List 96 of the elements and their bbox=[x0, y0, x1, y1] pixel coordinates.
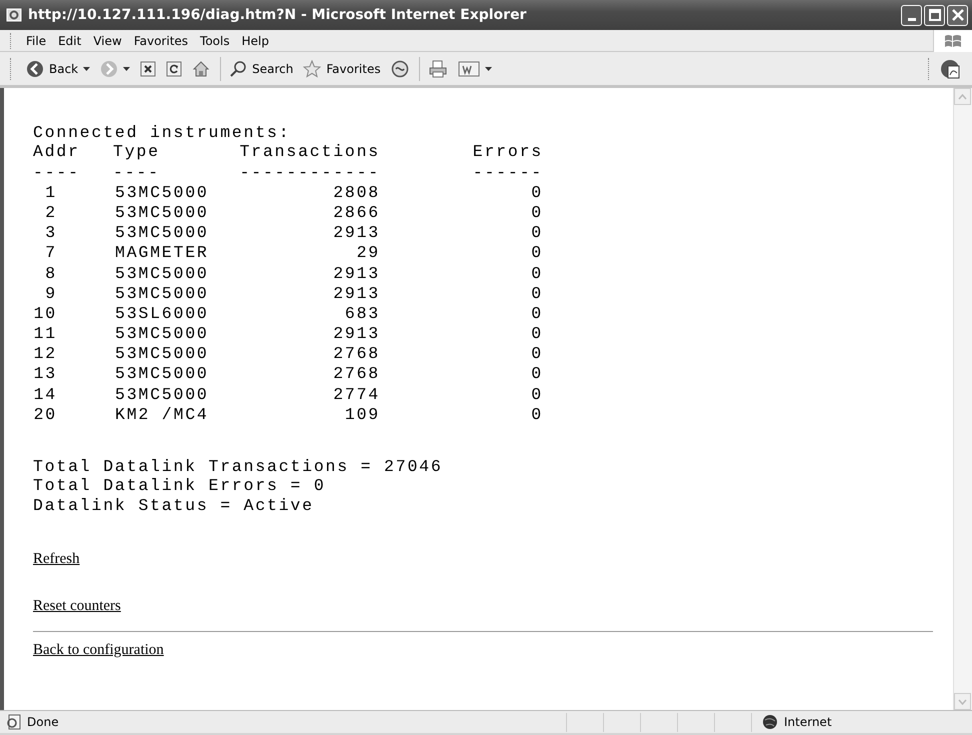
table-cell: 0 bbox=[531, 182, 543, 203]
summary-line: Datalink Status = Active bbox=[33, 496, 315, 516]
minimize-icon bbox=[908, 18, 916, 20]
table-cell: 0 bbox=[531, 364, 543, 385]
text-link[interactable]: Back to configuration bbox=[33, 642, 164, 660]
page-icon bbox=[6, 714, 22, 730]
table-cell: 0 bbox=[531, 202, 543, 224]
caret-icon[interactable] bbox=[123, 66, 130, 70]
table-cell: 11 bbox=[33, 324, 57, 344]
header-rule: ------------ bbox=[240, 162, 380, 182]
table-cell-text: 53MC5000 bbox=[114, 284, 209, 303]
window-title: http://10.127.111.196/diag.htm?N - Microsoft Internet Explorer bbox=[28, 7, 528, 23]
table-cell: 0 bbox=[531, 284, 543, 304]
column-header: Type bbox=[113, 142, 160, 162]
menu-item[interactable]: Edit bbox=[52, 32, 88, 50]
minimize-button[interactable] bbox=[901, 4, 922, 26]
table-cell: 2768 bbox=[333, 364, 380, 384]
table-cell: 0 bbox=[531, 404, 543, 426]
close-icon bbox=[952, 9, 964, 21]
status-text: Done bbox=[27, 715, 59, 729]
table-cell-text: 53MC5000 bbox=[114, 324, 209, 344]
menu-item[interactable]: File bbox=[20, 32, 52, 50]
refresh-icon bbox=[166, 60, 182, 76]
table-cell: 2913 bbox=[333, 264, 380, 283]
section-heading: Connected instruments: bbox=[33, 123, 292, 142]
toolbar-button[interactable]: Favorites bbox=[299, 58, 385, 80]
table-cell: 10 bbox=[33, 304, 57, 324]
table-cell-text: 7 bbox=[44, 243, 57, 264]
header-rule: ------ bbox=[472, 162, 543, 183]
table-cell: 29 bbox=[356, 243, 380, 262]
toolbar-button[interactable]: Back bbox=[22, 58, 94, 80]
menu-item[interactable]: View bbox=[87, 32, 128, 50]
table-cell-text: 9 bbox=[44, 284, 57, 304]
table-cell: 12 bbox=[33, 344, 57, 364]
column-header: Transactions bbox=[240, 142, 380, 162]
table-cell-text: 53MC5000 bbox=[114, 264, 209, 283]
table-cell: 0 bbox=[531, 384, 543, 405]
menu-item[interactable]: Help bbox=[236, 32, 275, 50]
table-cell-text: 1 bbox=[44, 182, 57, 203]
text-link[interactable]: Reset counters bbox=[33, 598, 121, 616]
column-header: Addr bbox=[33, 142, 80, 162]
table-cell: 20 bbox=[33, 404, 57, 426]
media-icon bbox=[390, 60, 409, 78]
table-cell: 13 bbox=[33, 364, 57, 385]
table-cell: 109 bbox=[344, 404, 380, 424]
table-cell: 683 bbox=[344, 304, 380, 323]
menu-item[interactable]: Tools bbox=[194, 32, 236, 50]
table-cell-text: KM2 /MC4 bbox=[114, 404, 209, 424]
table-cell: 0 bbox=[531, 344, 543, 364]
table-cell: 2768 bbox=[333, 344, 380, 364]
table-cell-text: 53SL6000 bbox=[114, 304, 209, 323]
table-cell: 0 bbox=[531, 264, 543, 284]
text-link[interactable]: Refresh bbox=[33, 551, 80, 568]
caret-icon[interactable] bbox=[484, 66, 492, 70]
printer-icon bbox=[428, 60, 448, 78]
column-header: Errors bbox=[472, 142, 543, 163]
table-cell: 2774 bbox=[333, 384, 380, 404]
table-cell-text: 8 bbox=[44, 264, 57, 284]
caret-icon[interactable] bbox=[83, 66, 90, 70]
star-icon bbox=[303, 60, 322, 78]
table-cell: 0 bbox=[531, 223, 543, 244]
summary-line: Total Datalink Transactions = 27046 bbox=[33, 457, 444, 476]
table-cell: 0 bbox=[531, 304, 543, 324]
table-cell: 14 bbox=[33, 384, 57, 405]
table-cell: 2913 bbox=[333, 284, 380, 303]
security-zone: Internet bbox=[784, 715, 832, 729]
search-icon bbox=[229, 60, 248, 78]
menu-item[interactable]: Favorites bbox=[128, 32, 194, 50]
table-cell: 2866 bbox=[333, 202, 380, 222]
table-cell: 0 bbox=[531, 243, 543, 264]
table-cell-text: MAGMETER bbox=[114, 243, 209, 262]
header-rule: ---- bbox=[33, 162, 80, 182]
toolbar-button[interactable]: Search bbox=[225, 58, 298, 80]
table-cell-text: 3 bbox=[44, 223, 57, 244]
summary-line: Total Datalink Errors = 0 bbox=[33, 476, 327, 496]
close-button[interactable] bbox=[947, 4, 968, 26]
table-cell-text: 53MC5000 bbox=[114, 344, 209, 364]
windows-flag-icon bbox=[943, 32, 963, 48]
table-cell-text: 53MC5000 bbox=[114, 223, 209, 242]
table-cell: 2913 bbox=[333, 223, 380, 242]
table-cell-text: 53MC5000 bbox=[114, 364, 209, 384]
table-cell-text: 53MC5000 bbox=[114, 202, 209, 222]
table-cell-text: 2 bbox=[44, 202, 57, 224]
stop-icon bbox=[140, 60, 156, 76]
maximize-button[interactable] bbox=[924, 4, 945, 26]
table-cell: 2913 bbox=[333, 324, 380, 344]
table-cell: 2808 bbox=[333, 182, 380, 202]
table-cell-text: 53MC5000 bbox=[114, 182, 209, 202]
table-cell-text: 53MC5000 bbox=[114, 384, 209, 404]
maximize-icon bbox=[928, 9, 940, 21]
table-cell: 0 bbox=[531, 324, 543, 344]
document-icon bbox=[458, 60, 480, 78]
browser-logo-icon bbox=[6, 7, 22, 23]
house-icon bbox=[192, 60, 210, 78]
header-rule: ---- bbox=[113, 162, 160, 182]
globe-icon bbox=[762, 714, 778, 730]
